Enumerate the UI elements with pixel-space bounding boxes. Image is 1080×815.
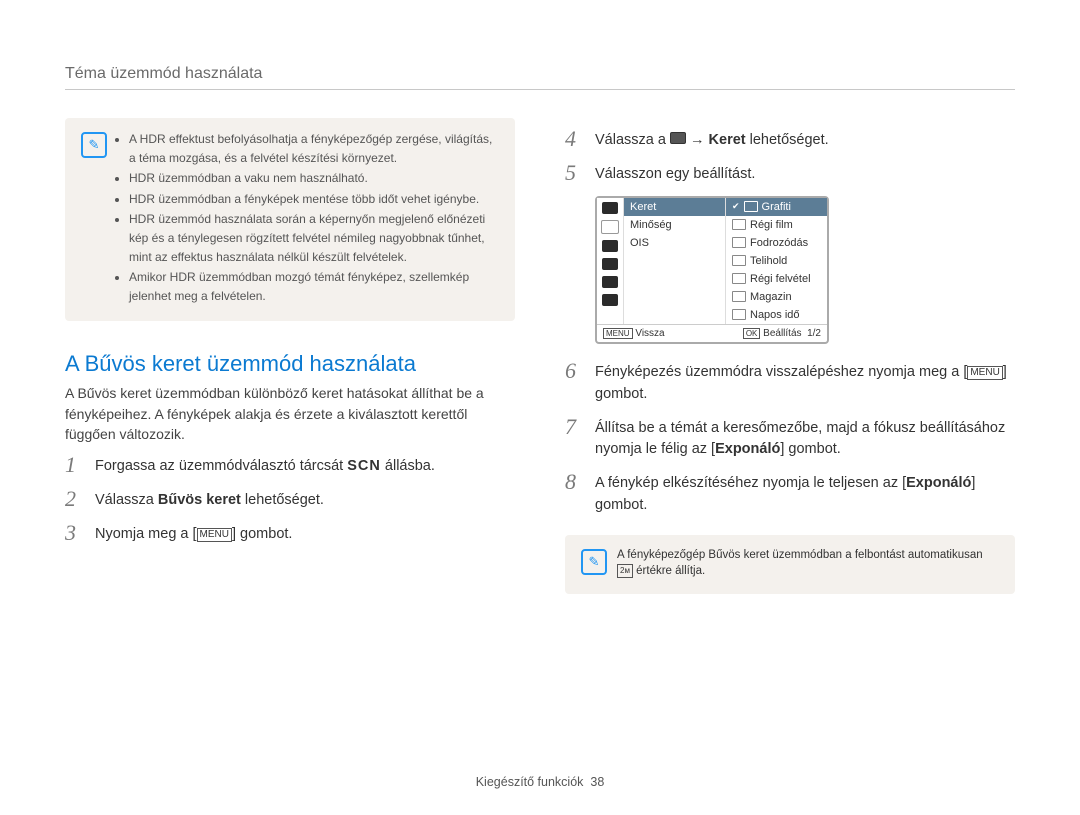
- menu-button-icon: MENU: [197, 528, 232, 542]
- two-column-layout: ✎ A HDR effektust befolyásolhatja a fény…: [65, 118, 1015, 594]
- step-number: 3: [65, 522, 85, 544]
- step-1: 1 Forgassa az üzemmódválasztó tárcsát SC…: [65, 454, 515, 478]
- step-4: 4 Válassza a → Keret lehetőséget.: [565, 128, 1015, 152]
- section-intro: A Bűvös keret üzemmódban különböző keret…: [65, 383, 515, 444]
- lcd-ok-icon: OK: [743, 328, 761, 340]
- step-7: 7 Állítsa be a témát a keresőmezőbe, maj…: [565, 416, 1015, 462]
- display-icon: [602, 294, 618, 306]
- lcd-menu-item-keret: Keret: [624, 198, 725, 216]
- lcd-mode-icons: ▢: [597, 198, 624, 324]
- step-number: 8: [565, 471, 585, 493]
- step-5: 5 Válasszon egy beállítást.: [565, 162, 1015, 186]
- lcd-option: Telihold: [726, 252, 827, 270]
- lcd-menu-item: Minőség: [624, 216, 725, 234]
- step-number: 7: [565, 416, 585, 438]
- frame-icon: [732, 291, 746, 302]
- camera-icon: [670, 132, 686, 144]
- right-column: 4 Válassza a → Keret lehetőséget. 5 Vála…: [565, 118, 1015, 594]
- step-number: 2: [65, 488, 85, 510]
- frame-icon: [732, 255, 746, 266]
- step-text: Válasszon egy beállítást.: [595, 162, 755, 186]
- step-8: 8 A fénykép elkészítéséhez nyomja le tel…: [565, 471, 1015, 517]
- lcd-option: Fodrozódás: [726, 234, 827, 252]
- resolution-note-text: A fényképezőgép Bűvös keret üzemmódban a…: [617, 547, 999, 580]
- step-text: Nyomja meg a [MENU] gombot.: [95, 522, 292, 546]
- step-text: Válassza Bűvös keret lehetőséget.: [95, 488, 324, 512]
- step-2: 2 Válassza Bűvös keret lehetőséget.: [65, 488, 515, 512]
- scn-icon: SCN: [347, 458, 381, 474]
- step-6: 6 Fényképezés üzemmódra visszalépéshez n…: [565, 360, 1015, 406]
- note-item: A HDR effektust befolyásolhatja a fényké…: [129, 130, 499, 167]
- step-text: Állítsa be a témát a keresőmezőbe, majd …: [595, 416, 1015, 462]
- movie-icon: [602, 202, 618, 214]
- frame-icon: [732, 273, 746, 284]
- frame-icon: [744, 201, 758, 212]
- step-3: 3 Nyomja meg a [MENU] gombot.: [65, 522, 515, 546]
- lcd-option: Magazin: [726, 288, 827, 306]
- step-text: A fénykép elkészítéséhez nyomja le telje…: [595, 471, 1015, 517]
- lcd-menu-item: OIS: [624, 234, 725, 252]
- note-icon: ✎: [581, 549, 607, 575]
- step-text: Válassza a → Keret lehetőséget.: [595, 128, 829, 152]
- note-item: HDR üzemmódban a fényképek mentése több …: [129, 190, 499, 209]
- step-text: Forgassa az üzemmódválasztó tárcsát SCN …: [95, 454, 435, 478]
- left-column: ✎ A HDR effektust befolyásolhatja a fény…: [65, 118, 515, 594]
- note-item: HDR üzemmódban a vaku nem használható.: [129, 169, 499, 188]
- lcd-menu-icon: MENU: [603, 328, 633, 340]
- camera2-icon: [602, 240, 618, 252]
- lcd-footer: MENU Vissza OK Beállítás 1/2: [597, 324, 827, 343]
- page-footer: Kiegészítő funkciók 38: [0, 775, 1080, 789]
- frame-icon: [732, 237, 746, 248]
- step-text: Fényképezés üzemmódra visszalépéshez nyo…: [595, 360, 1015, 406]
- video-icon: [602, 258, 618, 270]
- lcd-option: Régi felvétel: [726, 270, 827, 288]
- frame-icon: [732, 219, 746, 230]
- hdr-note-box: ✎ A HDR effektust befolyásolhatja a fény…: [65, 118, 515, 321]
- arrow-icon: →: [690, 132, 705, 148]
- section-heading: A Bűvös keret üzemmód használata: [65, 351, 515, 377]
- step-number: 6: [565, 360, 585, 382]
- resolution-note-box: ✎ A fényképezőgép Bűvös keret üzemmódban…: [565, 535, 1015, 594]
- resolution-icon: 2м: [617, 564, 633, 578]
- note-item: HDR üzemmód használata során a képernyőn…: [129, 210, 499, 266]
- menu-button-icon: MENU: [967, 366, 1002, 380]
- note-icon: ✎: [81, 132, 107, 158]
- step-number: 5: [565, 162, 585, 184]
- page-header: Téma üzemmód használata: [65, 65, 1015, 90]
- step-number: 4: [565, 128, 585, 150]
- lcd-option: Napos idő: [726, 306, 827, 324]
- camera-lcd-screenshot: ▢ Keret Minőség OIS ✔Grafiti: [595, 196, 829, 345]
- note-item: Amikor HDR üzemmódban mozgó témát fényké…: [129, 268, 499, 305]
- sound-icon: [602, 276, 618, 288]
- frame-icon: [732, 309, 746, 320]
- lcd-option: Régi film: [726, 216, 827, 234]
- step-number: 1: [65, 454, 85, 476]
- lcd-option-selected: ✔Grafiti: [726, 198, 827, 216]
- camera-icon: ▢: [601, 220, 619, 234]
- hdr-note-list: A HDR effektust befolyásolhatja a fényké…: [117, 130, 499, 307]
